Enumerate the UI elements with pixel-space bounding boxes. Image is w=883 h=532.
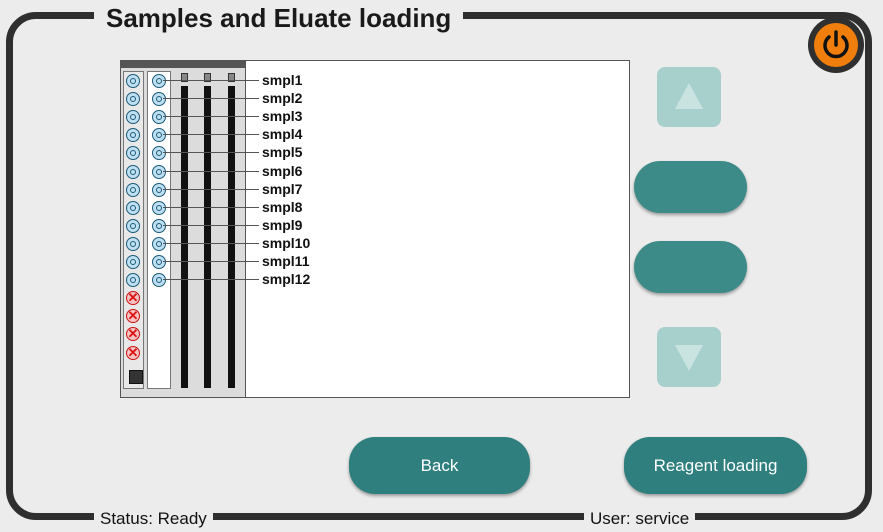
side-button-2[interactable] [634, 241, 747, 293]
sample-label: smpl12 [262, 271, 311, 288]
sample-leader-line [163, 206, 259, 208]
sample-leader-line [163, 224, 259, 226]
sample-rack-panel: ✕ ✕ ✕ ✕ smpl1 smpl2 smpl3 smpl4 smpl5 smpl6 smpl7… [120, 60, 630, 398]
tube-col2-2 [152, 92, 166, 107]
user-text: User: service [584, 508, 696, 530]
back-button[interactable]: Back [349, 437, 530, 494]
reagent-loading-button[interactable]: Reagent loading [624, 437, 807, 494]
sample-label: smpl9 [262, 216, 303, 233]
sample-leader-line [163, 170, 259, 172]
tube-col2-6 [152, 164, 166, 179]
rack-column-2 [147, 71, 171, 389]
empty-position-icon: ✕ [126, 290, 140, 306]
tube-col1-7 [126, 182, 140, 197]
tube-col2-1 [152, 74, 166, 88]
eluate-tube-2 [204, 86, 211, 388]
rack-marker-square [129, 370, 143, 384]
rack-column-1: ✕ ✕ ✕ ✕ [123, 71, 144, 389]
tube-col2-8 [152, 200, 166, 215]
tube-col2-3 [152, 110, 166, 125]
empty-position-icon: ✕ [126, 326, 140, 342]
tube-col1-6 [126, 164, 140, 179]
tube-col1-11 [126, 255, 140, 269]
empty-position-icon: ✕ [126, 308, 140, 324]
sample-label: smpl5 [262, 144, 303, 161]
sample-rack: ✕ ✕ ✕ ✕ [121, 61, 246, 397]
empty-position-icon: ✕ [126, 344, 140, 360]
status-text: Status: Ready [94, 508, 213, 530]
sample-leader-line [163, 134, 259, 136]
scroll-up-button[interactable] [657, 67, 721, 127]
sample-leader-line [163, 152, 259, 154]
tube-col2-11 [152, 255, 166, 269]
page-title: Samples and Eluate loading [94, 3, 464, 33]
power-button[interactable] [808, 17, 864, 73]
tube-col1-1 [126, 74, 140, 88]
tube-col2-9 [152, 218, 166, 233]
side-button-1[interactable] [634, 161, 747, 213]
arrow-up-icon [675, 83, 703, 109]
tube-col2-10 [152, 236, 166, 251]
sample-leader-line [163, 279, 259, 281]
sample-leader-line [163, 188, 259, 190]
tube-col1-12 [126, 273, 140, 288]
eluate-tube-1 [181, 86, 188, 388]
sample-label: smpl2 [262, 90, 303, 107]
tube-col1-9 [126, 218, 140, 233]
sample-label: smpl4 [262, 126, 303, 143]
eluate-tube-3 [228, 86, 235, 388]
sample-label: smpl1 [262, 72, 303, 88]
power-icon [814, 23, 858, 67]
sample-leader-line [163, 261, 259, 262]
rack-top-bar [121, 61, 245, 68]
sample-leader-line [163, 242, 259, 244]
sample-leader-line [163, 116, 259, 118]
tube-col1-4 [126, 128, 140, 143]
tube-col2-4 [152, 128, 166, 143]
sample-label: smpl8 [262, 198, 303, 215]
tube-col2-7 [152, 182, 166, 197]
tube-col1-3 [126, 110, 140, 125]
tube-col1-10 [126, 236, 140, 251]
tube-col1-8 [126, 200, 140, 215]
tube-col1-2 [126, 92, 140, 107]
tube-col2-12 [152, 273, 166, 288]
sample-leader-line [163, 80, 259, 81]
sample-label: smpl7 [262, 180, 303, 197]
sample-label: smpl11 [262, 253, 310, 269]
sample-label: smpl6 [262, 162, 303, 179]
arrow-down-icon [675, 345, 703, 371]
tube-col2-5 [152, 146, 166, 161]
sample-leader-line [163, 98, 259, 100]
sample-label: smpl10 [262, 234, 311, 251]
scroll-down-button[interactable] [657, 327, 721, 387]
tube-col1-5 [126, 146, 140, 161]
sample-label: smpl3 [262, 108, 303, 125]
